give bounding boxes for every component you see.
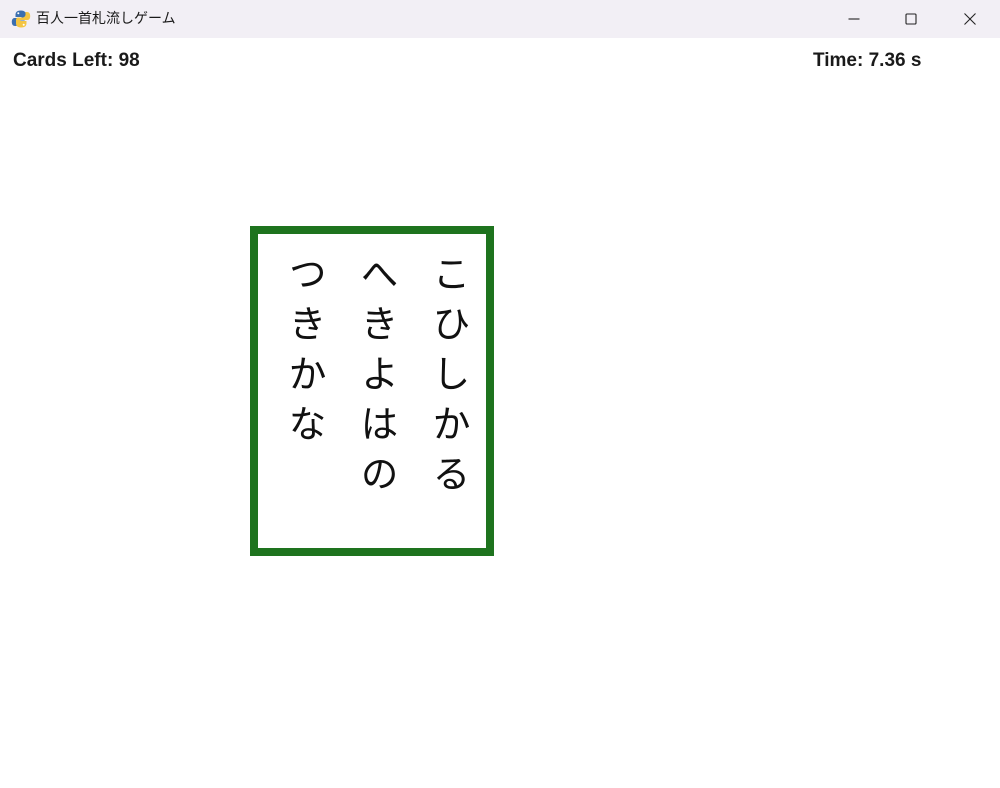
minimize-button[interactable] bbox=[825, 0, 883, 38]
card-text-column-1: こひしかる bbox=[426, 254, 470, 504]
close-button[interactable] bbox=[941, 0, 999, 38]
minimize-icon bbox=[848, 18, 860, 20]
karuta-card[interactable]: こひしかる へきよはの つきかな bbox=[250, 226, 494, 556]
maximize-icon bbox=[905, 13, 917, 25]
card-text-column-3: つきかな bbox=[282, 254, 326, 454]
cards-left-counter: Cards Left: 98 bbox=[13, 50, 140, 71]
game-canvas[interactable]: Cards Left: 98 Time: 7.36 s こひしかる へきよはの … bbox=[0, 38, 1000, 788]
card-text-column-2: へきよはの bbox=[354, 254, 398, 504]
title-bar[interactable]: 百人一首札流しゲーム bbox=[0, 0, 1000, 38]
game-window: 百人一首札流しゲーム Cards Left: 98 Time: 7.36 s こ… bbox=[0, 0, 1000, 788]
python-snake-icon bbox=[11, 9, 31, 29]
maximize-button[interactable] bbox=[882, 0, 940, 38]
elapsed-timer: Time: 7.36 s bbox=[813, 50, 922, 71]
close-icon bbox=[964, 13, 976, 25]
window-title: 百人一首札流しゲーム bbox=[36, 11, 176, 27]
